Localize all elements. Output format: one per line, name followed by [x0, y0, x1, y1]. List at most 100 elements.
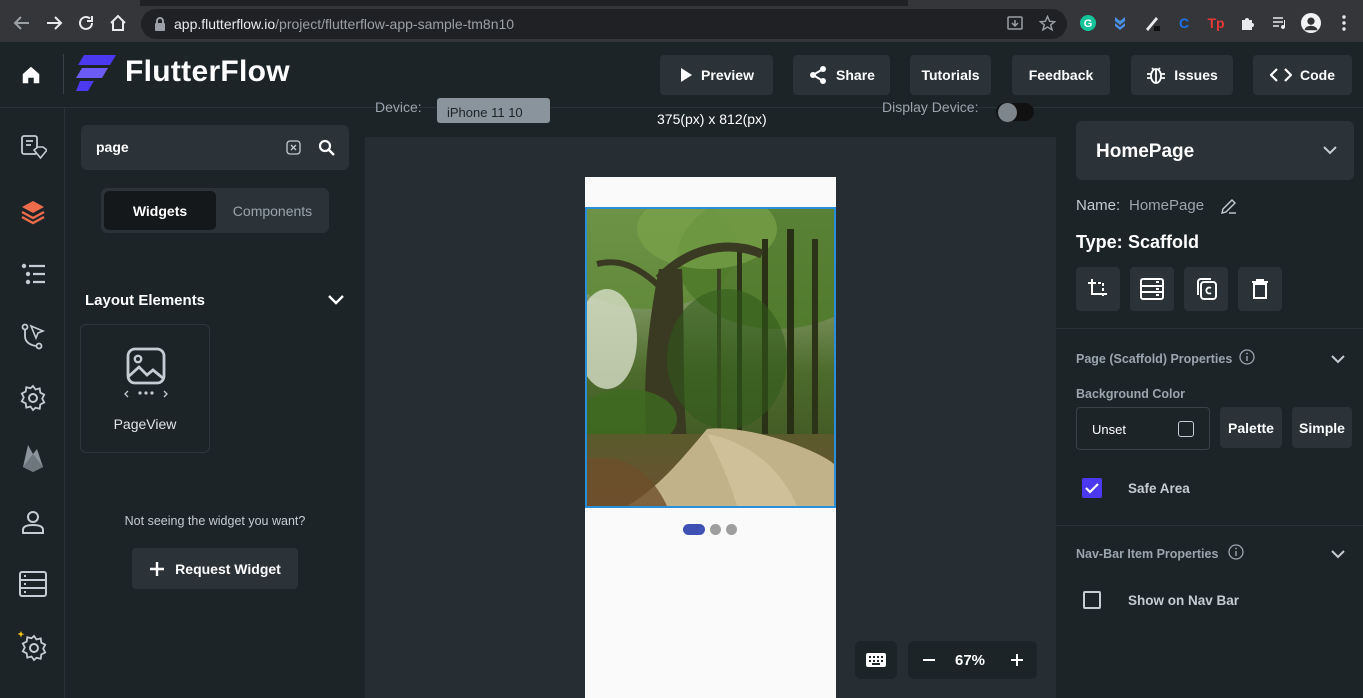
palette-button[interactable]: Palette	[1220, 407, 1282, 448]
forward-button[interactable]	[40, 9, 68, 37]
tutorials-button[interactable]: Tutorials	[910, 55, 991, 95]
clear-search-icon[interactable]	[286, 140, 301, 155]
page-indicator-active[interactable]	[683, 524, 705, 535]
kebab-menu-icon[interactable]	[1334, 13, 1354, 33]
bg-color-label: Background Color	[1076, 387, 1186, 401]
info-icon[interactable]	[1228, 544, 1244, 560]
request-widget-button[interactable]: Request Widget	[132, 548, 298, 589]
keyboard-button[interactable]	[855, 641, 897, 679]
device-select-value: iPhone 11 10	[447, 105, 523, 120]
copy-widget-button[interactable]	[1184, 267, 1228, 311]
address-bar[interactable]: app.flutterflow.io/project/flutterflow-a…	[141, 9, 1067, 39]
pen-ext-icon[interactable]	[1142, 13, 1162, 33]
tree-list-icon[interactable]	[17, 258, 49, 290]
zoom-control: 67%	[908, 641, 1037, 679]
code-button[interactable]: Code	[1253, 55, 1352, 95]
code-brackets-icon	[1270, 68, 1292, 82]
home-icon[interactable]	[20, 64, 42, 86]
device-select[interactable]: iPhone 11 10	[437, 98, 550, 123]
copy-icon	[1197, 278, 1217, 300]
c-ext-label: C	[1178, 15, 1190, 31]
share-label: Share	[836, 67, 875, 83]
tab-widgets[interactable]: Widgets	[104, 191, 216, 230]
safe-area-checkbox[interactable]	[1082, 478, 1102, 498]
grammarly-icon[interactable]: G	[1078, 13, 1098, 33]
show-navbar-checkbox[interactable]	[1083, 591, 1101, 609]
playlist-icon[interactable]	[1270, 13, 1290, 33]
connections-icon[interactable]	[17, 320, 49, 352]
bug-icon	[1147, 67, 1166, 84]
url-text[interactable]: app.flutterflow.io/project/flutterflow-a…	[174, 16, 514, 32]
chevron-down-icon[interactable]	[1331, 355, 1345, 364]
display-device-toggle[interactable]	[996, 103, 1034, 122]
keyboard-icon	[866, 653, 886, 667]
settings-gear-icon[interactable]	[17, 382, 49, 414]
zoom-in-button[interactable]	[1006, 649, 1028, 671]
scaffold-section-title: Page (Scaffold) Properties	[1076, 352, 1233, 366]
flutterflow-logo-icon[interactable]	[76, 55, 116, 91]
display-device-label: Display Device:	[882, 99, 979, 115]
database-icon[interactable]	[17, 568, 49, 600]
layers-icon[interactable]	[17, 196, 49, 228]
widget-search-input[interactable]: page	[96, 139, 129, 155]
share-button[interactable]: Share	[793, 55, 890, 95]
safe-area-label: Safe Area	[1128, 481, 1190, 496]
tp-ext-label: Tp	[1207, 15, 1225, 31]
delete-widget-button[interactable]	[1238, 267, 1282, 311]
profile-avatar[interactable]	[1301, 13, 1321, 33]
phone-preview[interactable]	[585, 177, 836, 698]
bookmark-ext-icon[interactable]	[1110, 13, 1130, 33]
play-icon	[681, 68, 693, 82]
widget-card-pageview[interactable]: PageView	[80, 324, 210, 453]
widget-tabs: Widgets Components	[101, 188, 329, 233]
minus-icon	[923, 659, 935, 661]
info-icon[interactable]	[1239, 349, 1255, 365]
save-widget-button[interactable]	[1130, 267, 1174, 311]
arrow-right-icon	[47, 16, 63, 30]
simple-label: Simple	[1299, 419, 1345, 436]
widget-panel: page Widgets Components Layout Elements	[65, 108, 365, 698]
zoom-out-button[interactable]	[918, 649, 940, 671]
issues-button[interactable]: Issues	[1131, 55, 1233, 95]
user-icon[interactable]	[17, 506, 49, 538]
bg-color-value: Unset	[1092, 422, 1126, 437]
home-outline-icon	[110, 14, 126, 31]
checkmark-icon	[1085, 483, 1099, 494]
page-select[interactable]: HomePage	[1076, 121, 1354, 180]
page-indicator-dot[interactable]	[710, 524, 721, 535]
name-value[interactable]: HomePage	[1129, 197, 1204, 214]
page-indicator-dot[interactable]	[726, 524, 737, 535]
magic-gear-icon[interactable]	[17, 630, 49, 662]
firebase-icon[interactable]	[17, 442, 49, 474]
device-label: Device:	[375, 99, 422, 115]
canvas-area: Device: iPhone 11 10 375(px) x 812(px) D…	[365, 98, 1056, 698]
tab-components[interactable]: Components	[219, 191, 326, 230]
edit-pencil-icon[interactable]	[1220, 198, 1237, 215]
preview-label: Preview	[701, 67, 754, 83]
bg-color-field[interactable]: Unset	[1076, 407, 1210, 450]
feedback-button[interactable]: Feedback	[1012, 55, 1110, 95]
arrow-left-icon	[13, 16, 29, 30]
simple-button[interactable]: Simple	[1292, 407, 1352, 448]
search-icon[interactable]	[318, 139, 335, 156]
install-app-icon[interactable]	[1007, 16, 1023, 32]
reload-button[interactable]	[72, 9, 100, 37]
tp-ext-icon[interactable]: Tp	[1206, 13, 1226, 33]
crop-wrap-icon	[1088, 279, 1107, 298]
widget-search-box: page	[81, 125, 349, 170]
chevron-down-icon[interactable]	[327, 294, 345, 306]
chevron-down-icon[interactable]	[1331, 550, 1345, 559]
back-button[interactable]	[8, 9, 36, 37]
star-icon[interactable]	[1039, 15, 1056, 32]
wrap-widget-button[interactable]	[1076, 267, 1120, 311]
c-ext-icon[interactable]: C	[1174, 13, 1194, 33]
tab-widgets-label: Widgets	[132, 202, 188, 219]
share-icon	[810, 66, 827, 84]
color-swatch[interactable]	[1178, 421, 1194, 437]
theme-diamond-icon[interactable]	[17, 132, 49, 164]
preview-button[interactable]: Preview	[660, 55, 773, 95]
flutterflow-window: app.flutterflow.io/project/flutterflow-a…	[0, 0, 1363, 698]
home-button[interactable]	[104, 9, 132, 37]
pageview-widget[interactable]	[585, 207, 836, 508]
puzzle-icon[interactable]	[1238, 13, 1258, 33]
